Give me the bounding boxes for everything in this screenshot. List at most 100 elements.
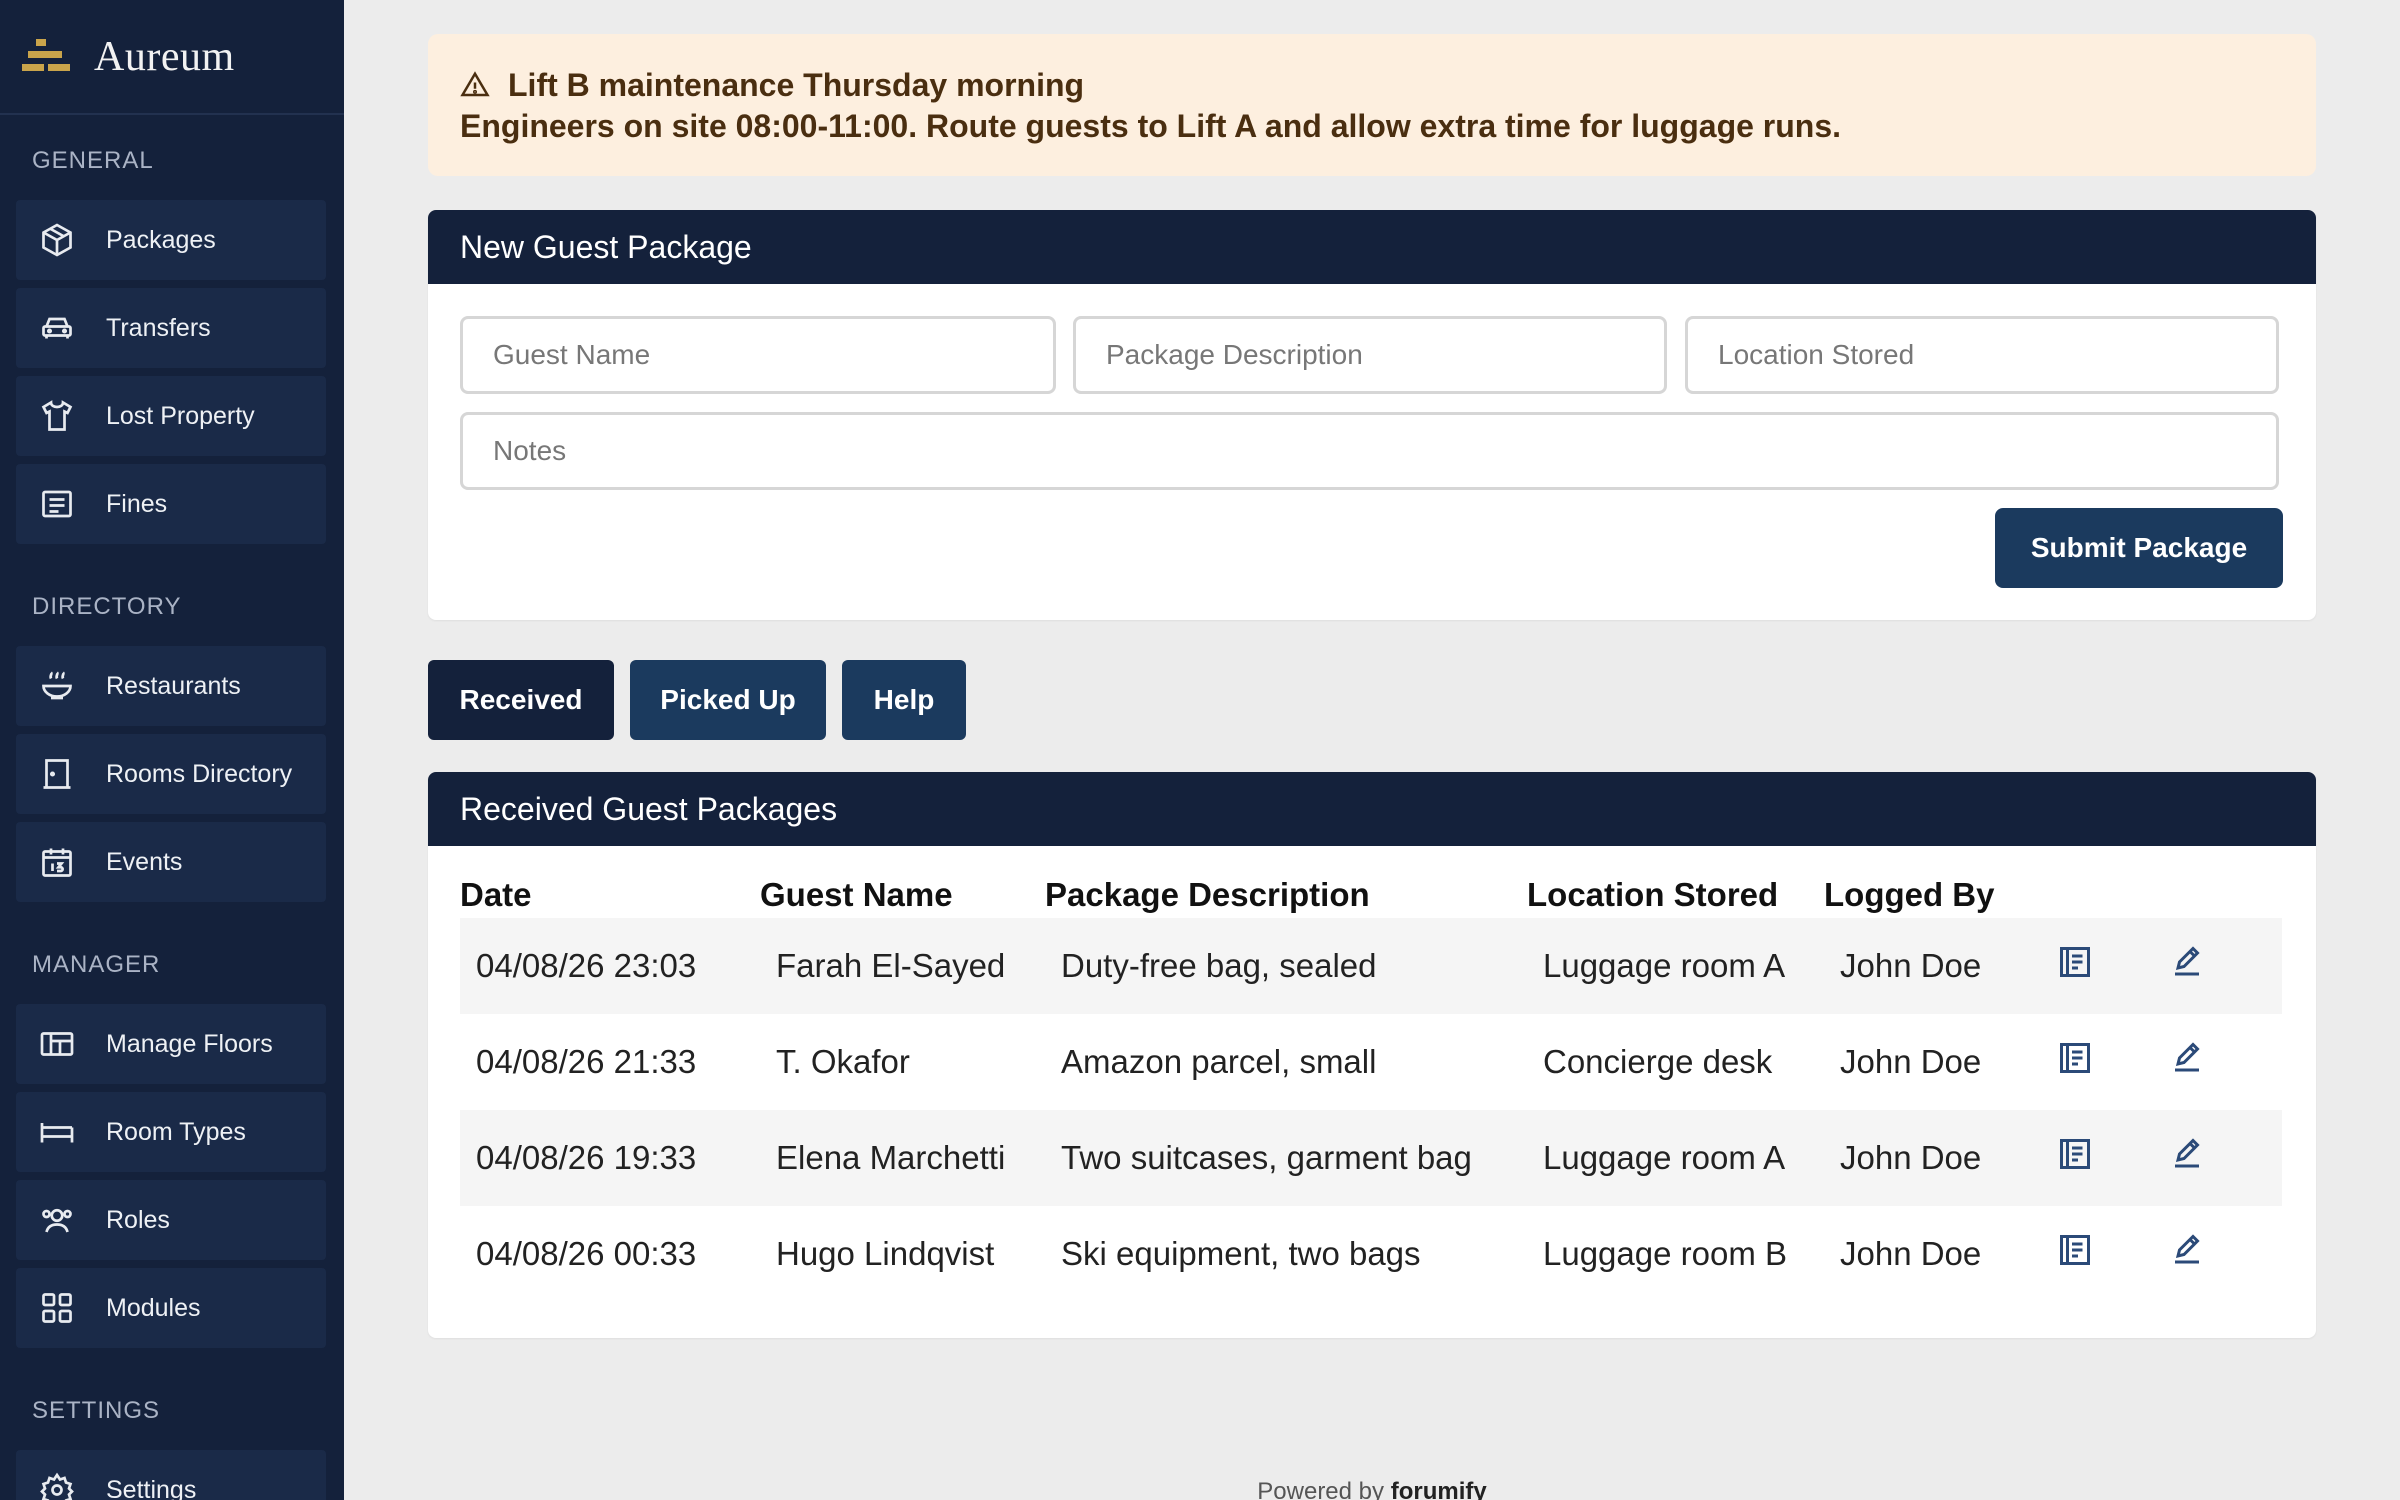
table-row: 04/08/26 19:33 Elena Marchetti Two suitc… <box>460 1110 2282 1206</box>
sidebar-item-rooms-directory[interactable]: Rooms Directory <box>16 734 326 814</box>
sidebar-item-room-types[interactable]: Room Types <box>16 1092 326 1172</box>
section-label-settings: SETTINGS <box>32 1397 161 1424</box>
view-details-icon[interactable] <box>2057 1232 2093 1268</box>
view-details-icon[interactable] <box>2057 944 2093 980</box>
sidebar-item-fines[interactable]: Fines <box>16 464 326 544</box>
cell-logged-by: John Doe <box>1840 1235 1982 1272</box>
footer-prefix: Powered by <box>1257 1478 1385 1500</box>
gear-icon <box>38 1471 76 1500</box>
tab-help[interactable]: Help <box>842 660 966 740</box>
cell-location: Concierge desk <box>1543 1043 1773 1080</box>
table-row: 04/08/26 21:33 T. Okafor Amazon parcel, … <box>460 1014 2282 1110</box>
sidebar-item-label: Modules <box>106 1293 201 1322</box>
column-header-logged-by: Logged By <box>1824 876 1995 913</box>
cell-guest-name: Elena Marchetti <box>760 1110 1045 1206</box>
sidebar-item-label: Lost Property <box>106 401 255 430</box>
cell-edit <box>2153 1014 2282 1110</box>
column-header-location-stored: Location Stored <box>1527 876 1779 913</box>
cell-description: Amazon parcel, small <box>1061 1043 1377 1080</box>
location-stored-input[interactable] <box>1685 316 2279 394</box>
cell-guest-name: Hugo Lindqvist <box>776 1235 995 1272</box>
view-details-icon[interactable] <box>2057 1136 2093 1172</box>
cell-date: 04/08/26 00:33 <box>476 1235 697 1272</box>
brand-name: Aureum <box>94 33 235 80</box>
cell-location: Luggage room B <box>1543 1235 1788 1272</box>
cell-location: Luggage room A <box>1527 918 1824 1014</box>
sidebar-item-restaurants[interactable]: Restaurants <box>16 646 326 726</box>
calendar-icon <box>38 843 76 881</box>
received-packages-card: Received Guest Packages Date Guest Name … <box>428 772 2316 1338</box>
tab-received[interactable]: Received <box>428 660 614 740</box>
cell-view <box>2041 1206 2153 1302</box>
sidebar-item-label: Events <box>106 847 183 876</box>
column-header-view <box>2041 868 2153 918</box>
column-header-edit <box>2153 868 2282 918</box>
sidebar-item-lost-property[interactable]: Lost Property <box>16 376 326 456</box>
tab-picked-up[interactable]: Picked Up <box>630 660 826 740</box>
sidebar-item-label: Restaurants <box>106 671 241 700</box>
bed-icon <box>38 1113 76 1151</box>
table-header-row: Date Guest Name Package Description Loca… <box>460 868 2282 918</box>
column-header-guest-name: Guest Name <box>760 876 953 913</box>
submit-package-button[interactable]: Submit Package <box>1995 508 2283 588</box>
guest-name-input[interactable] <box>460 316 1056 394</box>
cell-view <box>2041 1110 2153 1206</box>
logo-icon <box>22 38 70 71</box>
warning-icon <box>460 71 490 97</box>
sidebar-item-label: Roles <box>106 1205 170 1234</box>
table-row: 04/08/26 23:03 Farah El-Sayed Duty-free … <box>460 918 2282 1014</box>
packages-table: Date Guest Name Package Description Loca… <box>460 868 2282 1302</box>
footer: Powered by forumify <box>344 1478 2400 1500</box>
column-header-package-description: Package Description <box>1045 876 1370 913</box>
edit-icon[interactable] <box>2169 1040 2205 1076</box>
package-icon <box>38 221 76 259</box>
edit-icon[interactable] <box>2169 1136 2205 1172</box>
car-icon <box>38 309 76 347</box>
sidebar-item-label: Rooms Directory <box>106 759 293 788</box>
section-label-general: GENERAL <box>32 147 154 174</box>
cell-logged-by: John Doe <box>1824 918 2041 1014</box>
door-icon <box>38 755 76 793</box>
cell-date: 04/08/26 19:33 <box>460 1110 760 1206</box>
main-content: Lift B maintenance Thursday morning Engi… <box>344 0 2400 1500</box>
sidebar-item-label: Room Types <box>106 1117 246 1146</box>
cell-logged-by: John Doe <box>1824 1110 2041 1206</box>
cell-location: Luggage room A <box>1527 1110 1824 1206</box>
cell-description: Two suitcases, garment bag <box>1045 1110 1527 1206</box>
sidebar-item-label: Settings <box>106 1475 197 1500</box>
view-details-icon[interactable] <box>2057 1040 2093 1076</box>
cell-description: Duty-free bag, sealed <box>1045 918 1527 1014</box>
cell-logged-by: John Doe <box>1840 1043 1982 1080</box>
sidebar-item-transfers[interactable]: Transfers <box>16 288 326 368</box>
column-header-date: Date <box>460 876 532 913</box>
sidebar-item-settings[interactable]: Settings <box>16 1450 326 1500</box>
cell-edit <box>2153 918 2282 1014</box>
footer-brand-link[interactable]: forumify <box>1391 1478 1487 1500</box>
cell-guest-name: Farah El-Sayed <box>760 918 1045 1014</box>
floor-plan-icon <box>38 1025 76 1063</box>
sidebar-item-events[interactable]: Events <box>16 822 326 902</box>
sidebar-item-manage-floors[interactable]: Manage Floors <box>16 1004 326 1084</box>
section-label-directory: DIRECTORY <box>32 593 182 620</box>
alert-body: Engineers on site 08:00-11:00. Route gue… <box>460 108 1842 144</box>
cell-view <box>2041 918 2153 1014</box>
edit-icon[interactable] <box>2169 944 2205 980</box>
new-package-title: New Guest Package <box>428 210 2316 284</box>
alert-title-row: Lift B maintenance Thursday morning <box>460 64 2284 106</box>
new-package-card: New Guest Package Submit Package <box>428 210 2316 620</box>
cell-date: 04/08/26 23:03 <box>460 918 760 1014</box>
sidebar-item-modules[interactable]: Modules <box>16 1268 326 1348</box>
sidebar-item-packages[interactable]: Packages <box>16 200 326 280</box>
notes-input[interactable] <box>460 412 2279 490</box>
cell-guest-name: T. Okafor <box>776 1043 910 1080</box>
maintenance-alert: Lift B maintenance Thursday morning Engi… <box>428 34 2316 176</box>
cell-edit <box>2153 1110 2282 1206</box>
bowl-icon <box>38 667 76 705</box>
edit-icon[interactable] <box>2169 1232 2205 1268</box>
brand[interactable]: Aureum <box>0 0 344 115</box>
cell-description: Ski equipment, two bags <box>1061 1235 1421 1272</box>
package-description-input[interactable] <box>1073 316 1667 394</box>
cell-view <box>2041 1014 2153 1110</box>
sidebar-item-roles[interactable]: Roles <box>16 1180 326 1260</box>
grid-icon <box>38 1289 76 1327</box>
